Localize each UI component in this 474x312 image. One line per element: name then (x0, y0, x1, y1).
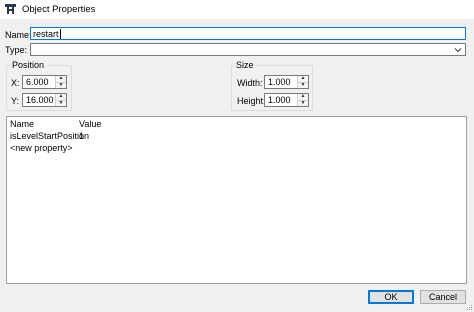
x-label: X: (11, 78, 20, 88)
chevron-down-icon (454, 46, 462, 54)
y-value: 16.000 (26, 95, 54, 105)
resize-grip-icon[interactable] (465, 303, 473, 311)
column-header-name[interactable]: Name (10, 119, 34, 129)
width-decrement-button[interactable]: ▼ (298, 82, 308, 89)
width-label: Width: (237, 78, 263, 88)
x-decrement-button[interactable]: ▼ (56, 82, 66, 89)
width-value: 1.000 (268, 77, 291, 87)
app-icon (5, 4, 16, 15)
name-input-value: restart (33, 28, 59, 39)
properties-table[interactable]: Name Value isLevelStartPosition 1 <new p… (6, 116, 467, 284)
type-combobox[interactable] (30, 43, 466, 56)
height-spinbox[interactable]: 1.000 ▲ ▼ (264, 93, 309, 107)
property-name-cell[interactable]: isLevelStartPosition (10, 131, 89, 141)
new-property-cell[interactable]: <new property> (10, 143, 73, 153)
name-input[interactable]: restart (30, 27, 466, 40)
x-spinbox[interactable]: 6.000 ▲ ▼ (22, 75, 67, 89)
height-value: 1.000 (268, 95, 291, 105)
height-label: Height: (237, 96, 266, 106)
type-label: Type: (5, 45, 28, 55)
ok-button[interactable]: OK (368, 290, 414, 304)
cancel-button[interactable]: Cancel (420, 290, 466, 304)
y-spinbox[interactable]: 16.000 ▲ ▼ (22, 93, 67, 107)
y-decrement-button[interactable]: ▼ (56, 100, 66, 107)
column-header-value[interactable]: Value (79, 119, 101, 129)
size-group-title: Size (234, 60, 256, 70)
position-group-title: Position (10, 60, 47, 70)
width-spinbox[interactable]: 1.000 ▲ ▼ (264, 75, 309, 89)
property-value-cell[interactable]: 1 (79, 131, 84, 141)
height-decrement-button[interactable]: ▼ (298, 100, 308, 107)
title-bar: Object Properties (0, 0, 474, 20)
y-label: Y: (11, 96, 20, 106)
name-label: Name: (5, 30, 32, 40)
text-caret (59, 28, 61, 39)
window-title: Object Properties (22, 4, 96, 15)
x-value: 6.000 (26, 77, 49, 87)
